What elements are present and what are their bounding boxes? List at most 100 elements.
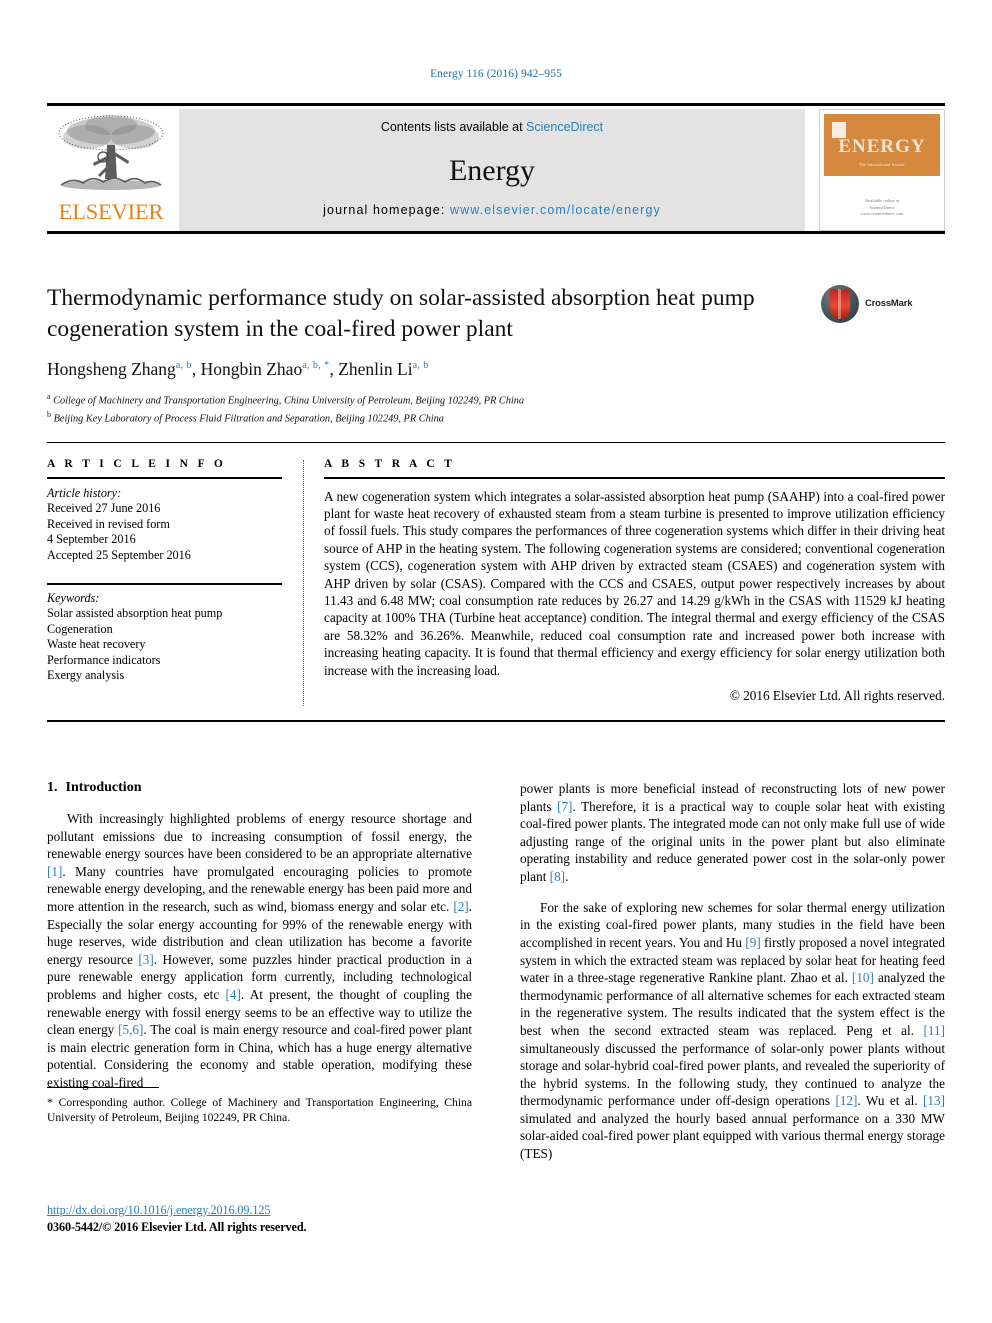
elsevier-logo: ELSEVIER (47, 109, 175, 231)
footnote-body: Corresponding author. College of Machine… (47, 1096, 472, 1124)
paragraph-text: . (565, 868, 569, 884)
abstract-rule (324, 477, 945, 479)
column-divider (303, 460, 304, 706)
banner-bottom-rule (47, 231, 945, 234)
citation-ref[interactable]: [4] (226, 987, 241, 1002)
author-separator: , (191, 359, 201, 379)
citation-ref[interactable]: [12] (835, 1093, 857, 1108)
affiliation-item: b Beijing Key Laboratory of Process Flui… (47, 408, 945, 426)
affiliation-mark: b (47, 409, 51, 419)
paragraph-text: . Wu et al. (857, 1093, 924, 1109)
banner-center: Contents lists available at ScienceDirec… (179, 109, 805, 231)
paragraph-text: simulated and analyzed the hourly based … (520, 1110, 945, 1162)
author-name: Hongsheng Zhang (47, 359, 176, 379)
crossmark-badge[interactable]: CrossMark (821, 285, 923, 325)
issn-copyright-line: 0360-5442/© 2016 Elsevier Ltd. All right… (47, 1220, 307, 1234)
footnote-text: * Corresponding author. College of Machi… (47, 1095, 472, 1125)
abstract-text: A new cogeneration system which integrat… (324, 488, 945, 678)
keyword-item: Exergy analysis (47, 668, 125, 682)
keywords-label: Keywords: (47, 590, 100, 605)
affiliation-list: a College of Machinery and Transportatio… (47, 390, 945, 426)
affiliation-mark: a (47, 392, 51, 401)
keyword-item: Performance indicators (47, 652, 161, 667)
cover-footer: Available online at ScienceDirect www.sc… (820, 198, 944, 218)
sciencedirect-link[interactable]: ScienceDirect (526, 120, 603, 134)
crossmark-label: CrossMark (865, 298, 913, 309)
abstract-column: A B S T R A C T A new cogeneration syste… (324, 458, 945, 704)
citation-ref[interactable]: [2] (453, 899, 468, 914)
body-column-right: power plants is more beneficial instead … (520, 780, 945, 1176)
paragraph-text: . Many countries have promulgated encour… (47, 863, 472, 914)
author-affil-marks: a, b, * (302, 360, 330, 372)
paragraph: For the sake of exploring new schemes fo… (520, 899, 945, 1163)
corresponding-author-footnote: * Corresponding author. College of Machi… (47, 1087, 472, 1125)
keyword-item: Waste heat recovery (47, 637, 146, 651)
citation-ref[interactable]: [10] (852, 970, 874, 985)
cover-title: ENERGY (838, 136, 926, 157)
history-item: 4 September 2016 (47, 532, 136, 546)
citation-ref[interactable]: [9] (745, 935, 760, 950)
section-heading-introduction: 1. Introduction (47, 780, 472, 796)
history-item: Received 27 June 2016 (47, 501, 161, 515)
page-title: Thermodynamic performance study on solar… (47, 285, 755, 342)
keywords-rule (47, 583, 282, 585)
journal-banner: ELSEVIER Contents lists available at Sci… (47, 103, 945, 234)
article-info-rule (47, 477, 282, 479)
footnote-rule (47, 1087, 159, 1088)
doi-link[interactable]: http://dx.doi.org/10.1016/j.energy.2016.… (47, 1203, 497, 1218)
author-name: Hongbin Zhao (200, 359, 303, 379)
homepage-prefix: journal homepage: (323, 203, 450, 217)
keywords-block: Keywords: Solar assisted absorption heat… (47, 591, 282, 684)
cover-footer-line1: Available online at (865, 197, 899, 203)
info-bottom-rule (47, 720, 945, 722)
elsevier-tree-icon (51, 111, 171, 199)
article-info-column: A R T I C L E I N F O Article history: R… (47, 458, 282, 684)
affiliation-text: College of Machinery and Transportation … (53, 395, 525, 407)
contents-available-line: Contents lists available at ScienceDirec… (179, 120, 805, 134)
running-head: Energy 116 (2016) 942–955 (430, 68, 562, 80)
cover-footer-line2: ScienceDirect (869, 204, 895, 210)
citation-ref[interactable]: [7] (557, 799, 572, 814)
affiliation-item: a College of Machinery and Transportatio… (47, 390, 945, 408)
cover-header-band: ENERGY The International Journal (824, 114, 940, 176)
body-column-left: 1. Introduction With increasingly highlig… (47, 780, 472, 1124)
crossmark-icon (821, 285, 859, 323)
section-number: 1. (47, 780, 58, 795)
keyword-item: Solar assisted absorption heat pump (47, 606, 223, 620)
info-top-rule (47, 442, 945, 443)
author-separator: , (329, 359, 339, 379)
history-item: Accepted 25 September 2016 (47, 547, 191, 562)
citation-ref[interactable]: [5,6] (118, 1022, 143, 1037)
history-item: Received in revised form (47, 516, 170, 531)
keyword-item: Cogeneration (47, 621, 113, 636)
paragraph: power plants is more beneficial instead … (520, 780, 945, 886)
homepage-url-link[interactable]: www.elsevier.com/locate/energy (450, 203, 661, 217)
citation-ref[interactable]: [8] (550, 869, 565, 884)
author-list: Hongsheng Zhanga, b, Hongbin Zhaoa, b, *… (47, 359, 945, 380)
author-entry: Hongsheng Zhanga, b, (47, 359, 201, 379)
title-block: Thermodynamic performance study on solar… (47, 283, 945, 426)
citation-ref[interactable]: [1] (47, 864, 62, 879)
citation-ref[interactable]: [11] (924, 1023, 945, 1038)
abstract-copyright: © 2016 Elsevier Ltd. All rights reserved… (729, 687, 945, 703)
cover-subtitle: The International Journal (859, 162, 905, 167)
author-affil-marks: a, b (175, 360, 192, 372)
article-first-page: Energy 116 (2016) 942–955 ELSEVIER Conte… (0, 0, 992, 1323)
journal-cover-thumbnail: ENERGY The International Journal Availab… (819, 109, 945, 231)
author-entry: Zhenlin Lia, b (338, 359, 428, 379)
article-history: Article history: Received 27 June 2016 R… (47, 486, 282, 564)
citation-ref[interactable]: [3] (138, 952, 153, 967)
citation-ref[interactable]: [13] (923, 1093, 945, 1108)
banner-body: ELSEVIER Contents lists available at Sci… (47, 106, 945, 231)
cover-footer-line3: www.sciencedirect.com (860, 211, 904, 217)
journal-title: Energy (448, 154, 536, 187)
footer-doi-block: http://dx.doi.org/10.1016/j.energy.2016.… (47, 1203, 497, 1235)
paragraph-text: With increasingly highlighted problems o… (47, 811, 472, 862)
affiliation-text: Beijing Key Laboratory of Process Fluid … (53, 413, 444, 425)
author-name: Zhenlin Li (338, 359, 413, 379)
author-entry: Hongbin Zhaoa, b, *, (201, 359, 339, 379)
paragraph: With increasingly highlighted problems o… (47, 810, 472, 1092)
abstract-heading: A B S T R A C T (324, 458, 456, 470)
journal-homepage-line: journal homepage: www.elsevier.com/locat… (179, 203, 805, 217)
elsevier-wordmark: ELSEVIER (58, 199, 164, 224)
